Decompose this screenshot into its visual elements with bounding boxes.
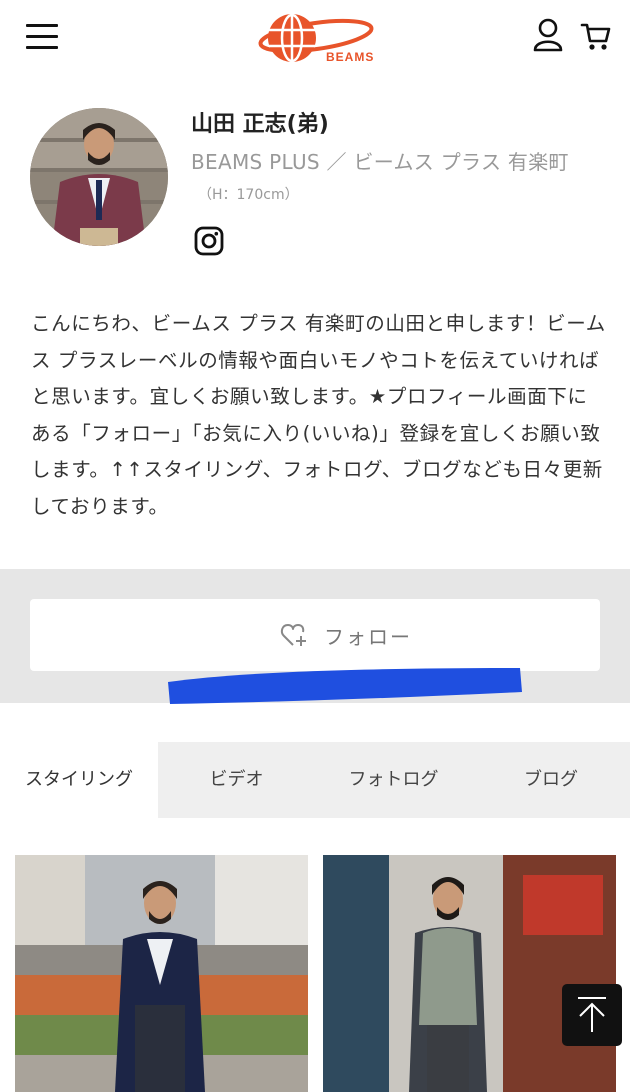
instagram-icon[interactable] <box>194 226 224 256</box>
staff-name: 山田 正志(弟) <box>191 112 329 137</box>
app-header: BEAMS <box>0 0 630 74</box>
logo-text: BEAMS <box>326 50 374 64</box>
tab-photolog[interactable]: フォトログ <box>315 742 472 818</box>
tab-styling[interactable]: スタイリング <box>0 742 158 818</box>
brand-shop-label[interactable]: BEAMS PLUS ／ ビームス プラス 有楽町 <box>191 146 569 175</box>
tab-blog[interactable]: ブログ <box>472 742 630 818</box>
content-tabs: スタイリング ビデオ フォトログ ブログ <box>0 742 630 818</box>
heart-plus-icon <box>280 624 306 646</box>
arrow-up-icon <box>578 997 606 1032</box>
beams-logo[interactable]: BEAMS <box>256 10 376 66</box>
annotation-mark <box>168 668 522 704</box>
tab-video[interactable]: ビデオ <box>158 742 315 818</box>
styling-thumbnail[interactable] <box>15 855 308 1092</box>
styling-thumbnail[interactable] <box>323 855 616 1092</box>
user-icon[interactable] <box>532 18 564 52</box>
staff-avatar <box>30 108 168 246</box>
hamburger-menu-icon[interactable] <box>26 24 58 50</box>
profile-bio: こんにちわ、ビームス プラス 有楽町の山田と申します！ビームス プラスレーベルの… <box>31 312 606 518</box>
staff-height: （H：170cm） <box>198 187 299 203</box>
scroll-to-top-button[interactable] <box>562 984 622 1046</box>
shopping-cart-icon[interactable] <box>580 20 612 52</box>
follow-button-label: フォロー <box>324 625 412 649</box>
